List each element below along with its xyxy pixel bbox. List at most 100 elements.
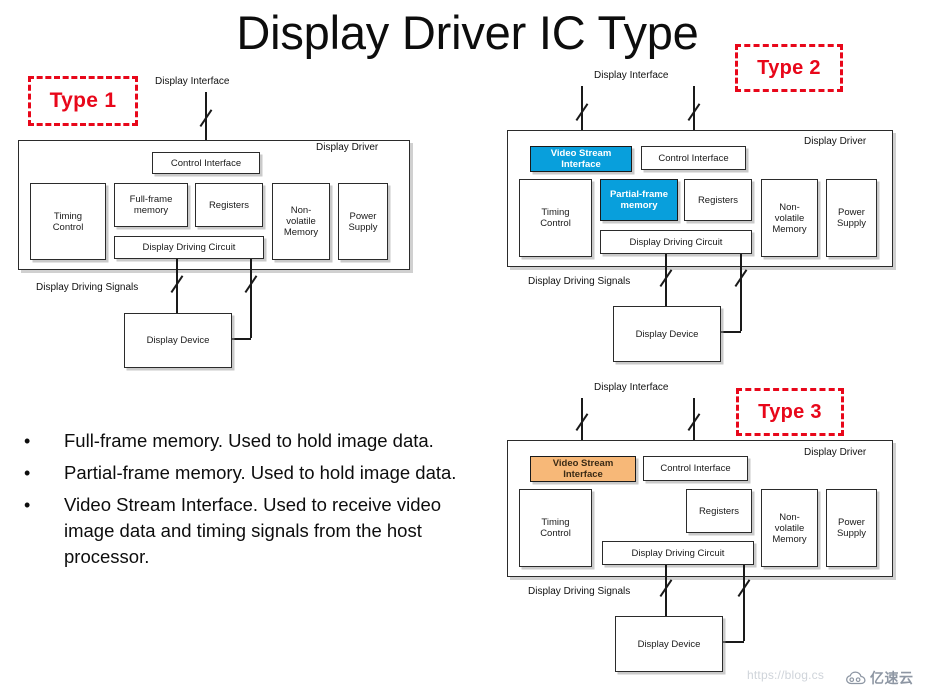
type-1-registers-block: Registers [195, 183, 263, 227]
type-1-ddc-label: Display Driving Circuit [142, 242, 236, 253]
type-1-interface-slash-icon [199, 109, 213, 127]
type-3-power-supply-block: Power Supply [826, 489, 877, 567]
type-3-nvm-label-2: volatile [774, 522, 805, 534]
type-1-non-volatile-memory-block: Non- volatile Memory [272, 183, 330, 260]
type-2-timing-control-label-2: Control [540, 218, 571, 229]
type-2-ddc-label: Display Driving Circuit [629, 236, 723, 248]
type-3-video-slash-icon [575, 413, 589, 431]
bullet-text: Full-frame memory. Used to hold image da… [64, 430, 434, 451]
type-2-control-slash-icon [687, 103, 701, 121]
type-3-registers-label: Registers [698, 505, 740, 517]
type-3-nvm-label-1: Non- [779, 511, 800, 523]
type-1-signal-wire-right [250, 259, 252, 338]
type-2-display-driver-label: Display Driver [804, 136, 867, 147]
type-2-partial-frame-memory-block: Partial-frame memory [600, 179, 678, 221]
type-2-nvm-label-3: Memory [772, 223, 807, 235]
type-1-nvm-label-1: Non- [290, 205, 312, 216]
type-1-display-driving-signals-label: Display Driving Signals [36, 282, 139, 293]
type-3-signal-wire-right [743, 565, 745, 641]
type-2-display-driving-signals-label: Display Driving Signals [528, 276, 631, 287]
type-3-timing-control-block: Timing Control [519, 489, 592, 567]
type-1-timing-control-label-1: Timing [53, 210, 83, 222]
type-1-badge-label: Type 1 [49, 89, 117, 112]
type-1-signal-slash-left-icon [170, 275, 184, 293]
type-1-registers-label: Registers [208, 199, 250, 211]
type-2-pfm-label-1: Partial-frame [609, 189, 669, 200]
type-2-nvm-label-1: Non- [779, 201, 800, 213]
bullet-list: • Full-frame memory. Used to hold image … [10, 428, 488, 576]
watermark-brand-text: 亿速云 [870, 670, 914, 686]
type-3-display-device-block: Display Device [615, 616, 723, 672]
slide-canvas: Display Driver IC Type Type 1 Display In… [0, 0, 935, 697]
type-3-ddc-label: Display Driving Circuit [631, 547, 725, 559]
type-1-full-frame-memory-label-1: Full-frame [129, 194, 173, 205]
type-2-control-interface-label: Control Interface [658, 152, 729, 164]
type-1-full-frame-memory-label-2: memory [133, 205, 169, 216]
type-2-power-supply-label-2: Supply [836, 218, 867, 229]
type-1-power-supply-label-1: Power [349, 210, 377, 222]
type-2-pfm-label-2: memory [620, 200, 658, 211]
type-3-vsi-label-1: Video Stream [552, 458, 614, 469]
type-3-power-supply-label-1: Power [838, 517, 865, 528]
type-1-display-driver-label: Display Driver [316, 142, 379, 153]
type-2-badge-label: Type 2 [757, 56, 821, 79]
bullet-text: Partial-frame memory. Used to hold image… [64, 462, 457, 483]
type-2-display-device-label: Display Device [635, 328, 699, 340]
type-1-nvm-label-2: volatile [286, 216, 316, 227]
type-3-control-slash-icon [687, 413, 701, 431]
type-3-display-interface-label: Display Interface [594, 382, 669, 393]
type-3-power-supply-label-2: Supply [836, 528, 867, 539]
type-1-display-interface-label: Display Interface [155, 76, 230, 87]
type-3-display-driving-circuit-block: Display Driving Circuit [602, 541, 754, 565]
list-item: • Partial-frame memory. Used to hold ima… [10, 460, 488, 486]
type-2-display-interface-label: Display Interface [594, 70, 669, 81]
type-1-full-frame-memory-block: Full-frame memory [114, 183, 188, 227]
type-3-video-stream-interface-block: Video Stream Interface [530, 456, 636, 482]
list-item: • Video Stream Interface. Used to receiv… [10, 492, 488, 570]
type-1-signal-slash-right-icon [244, 275, 258, 293]
type-2-registers-block: Registers [684, 179, 752, 221]
type-3-signal-slash-left-icon [659, 579, 673, 597]
type-3-registers-block: Registers [686, 489, 752, 533]
type-3-timing-control-label-1: Timing [541, 517, 570, 528]
type-2-non-volatile-memory-block: Non- volatile Memory [761, 179, 818, 257]
type-3-control-interface-block: Control Interface [643, 456, 748, 481]
watermark-brand-logo: 亿速云 [845, 668, 914, 688]
type-2-control-interface-block: Control Interface [641, 146, 746, 170]
type-1-timing-control-label-2: Control [52, 221, 84, 233]
type-1-power-supply-block: Power Supply [338, 183, 388, 260]
bullet-marker-icon: • [24, 495, 31, 515]
type-1-control-interface-block: Control Interface [152, 152, 260, 174]
bullet-marker-icon: • [24, 431, 31, 451]
type-3-display-driver-label: Display Driver [804, 447, 867, 458]
type-3-display-device-label: Display Device [637, 638, 701, 650]
type-2-timing-control-block: Timing Control [519, 179, 592, 257]
type-2-badge: Type 2 [735, 44, 843, 92]
type-3-timing-control-label-2: Control [540, 528, 571, 539]
type-2-vsi-label-1: Video Stream [550, 148, 612, 159]
type-2-signal-wire-return [721, 331, 741, 333]
type-3-nvm-label-3: Memory [772, 533, 807, 545]
type-1-badge: Type 1 [28, 76, 138, 126]
type-2-signal-slash-left-icon [659, 269, 673, 287]
type-1-display-driving-circuit-block: Display Driving Circuit [114, 236, 264, 259]
type-3-non-volatile-memory-block: Non- volatile Memory [761, 489, 818, 567]
bullet-marker-icon: • [24, 463, 31, 483]
type-2-display-device-block: Display Device [613, 306, 721, 362]
type-1-nvm-label-3: Memory [283, 227, 319, 238]
type-1-display-device-block: Display Device [124, 313, 232, 368]
type-2-nvm-label-2: volatile [774, 212, 805, 224]
type-1-timing-control-block: Timing Control [30, 183, 106, 260]
type-3-display-driving-signals-label: Display Driving Signals [528, 586, 631, 597]
type-1-display-device-label: Display Device [146, 335, 210, 346]
type-2-display-driving-circuit-block: Display Driving Circuit [600, 230, 752, 254]
type-1-power-supply-label-2: Supply [348, 221, 378, 233]
bullet-text: Video Stream Interface. Used to receive … [64, 494, 442, 567]
list-item: • Full-frame memory. Used to hold image … [10, 428, 488, 454]
type-3-signal-wire-return [723, 641, 744, 643]
type-2-signal-slash-right-icon [734, 269, 748, 287]
type-1-control-interface-label: Control Interface [170, 157, 242, 169]
type-3-control-interface-label: Control Interface [660, 463, 731, 474]
type-2-power-supply-label-1: Power [838, 207, 865, 218]
watermark-url: https://blog.cs [747, 668, 825, 682]
